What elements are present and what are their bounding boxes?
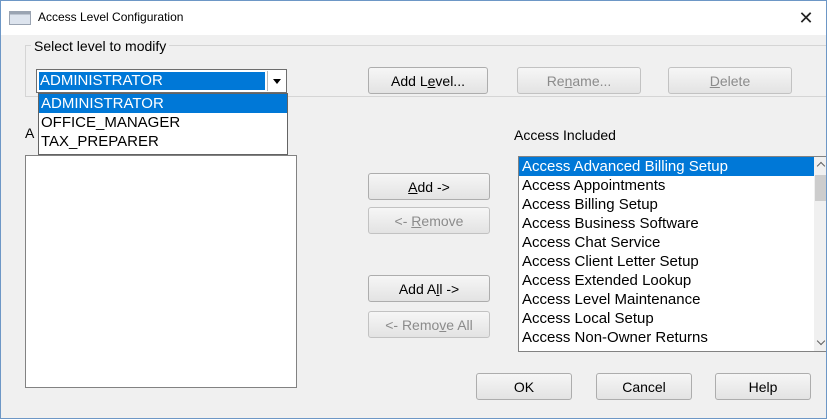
- add-level-button[interactable]: Add Level...: [368, 67, 488, 94]
- access-included-item[interactable]: Access Advanced Billing Setup: [519, 157, 814, 176]
- level-dropdown-items: ADMINISTRATOR OFFICE_MANAGER TAX_PREPARER: [39, 94, 287, 151]
- available-access-list[interactable]: [25, 155, 297, 388]
- level-option[interactable]: ADMINISTRATOR: [39, 94, 287, 113]
- title-bar[interactable]: Access Level Configuration ✕: [1, 1, 826, 35]
- access-included-item[interactable]: Access Appointments: [519, 176, 826, 195]
- add-button[interactable]: Add ->: [368, 173, 490, 200]
- access-included-item[interactable]: Access Local Setup: [519, 309, 826, 328]
- add-all-button[interactable]: Add All ->: [368, 275, 490, 302]
- help-button[interactable]: Help: [715, 373, 811, 400]
- window-title: Access Level Configuration: [38, 10, 184, 24]
- dialog-client-area: Select level to modify ADMINISTRATOR Add…: [1, 35, 826, 418]
- access-level-dialog: Access Level Configuration ✕ Select leve…: [0, 0, 827, 419]
- close-icon: ✕: [798, 8, 814, 28]
- available-access-label: A: [25, 125, 35, 141]
- access-included-item[interactable]: Access Chat Service: [519, 233, 826, 252]
- level-option[interactable]: TAX_PREPARER: [39, 132, 287, 151]
- access-included-item[interactable]: Access Extended Lookup: [519, 271, 826, 290]
- remove-all-button[interactable]: <- Remove All: [368, 311, 490, 338]
- ok-button[interactable]: OK: [476, 373, 572, 400]
- access-included-item[interactable]: Access Non-Owner Returns: [519, 328, 826, 347]
- level-dropdown-list[interactable]: ADMINISTRATOR OFFICE_MANAGER TAX_PREPARER: [38, 93, 288, 155]
- included-scrollbar[interactable]: [814, 157, 826, 351]
- delete-button[interactable]: Delete: [668, 67, 792, 94]
- cancel-button[interactable]: Cancel: [596, 373, 692, 400]
- access-included-item[interactable]: Access Client Letter Setup: [519, 252, 826, 271]
- access-included-list[interactable]: Access Advanced Billing Setup Access Appo…: [518, 156, 826, 352]
- access-included-label: Access Included: [514, 127, 616, 143]
- chevron-down-icon[interactable]: [814, 335, 826, 351]
- select-level-legend: Select level to modify: [31, 38, 170, 54]
- chevron-up-icon[interactable]: [814, 157, 826, 173]
- window-icon: [9, 11, 31, 25]
- access-included-item[interactable]: Access Business Software: [519, 214, 826, 233]
- close-button[interactable]: ✕: [786, 1, 826, 35]
- access-included-items: Access Advanced Billing Setup Access Appo…: [519, 157, 826, 347]
- scrollbar-thumb[interactable]: [815, 175, 826, 201]
- caret-down-icon[interactable]: [267, 71, 285, 91]
- access-included-item[interactable]: Access Billing Setup: [519, 195, 826, 214]
- level-option[interactable]: OFFICE_MANAGER: [39, 113, 287, 132]
- rename-button[interactable]: Rename...: [517, 67, 641, 94]
- access-included-item[interactable]: Access Level Maintenance: [519, 290, 826, 309]
- level-combobox[interactable]: ADMINISTRATOR: [36, 69, 287, 93]
- level-combobox-value: ADMINISTRATOR: [39, 72, 265, 90]
- remove-button[interactable]: <- Remove: [368, 207, 490, 234]
